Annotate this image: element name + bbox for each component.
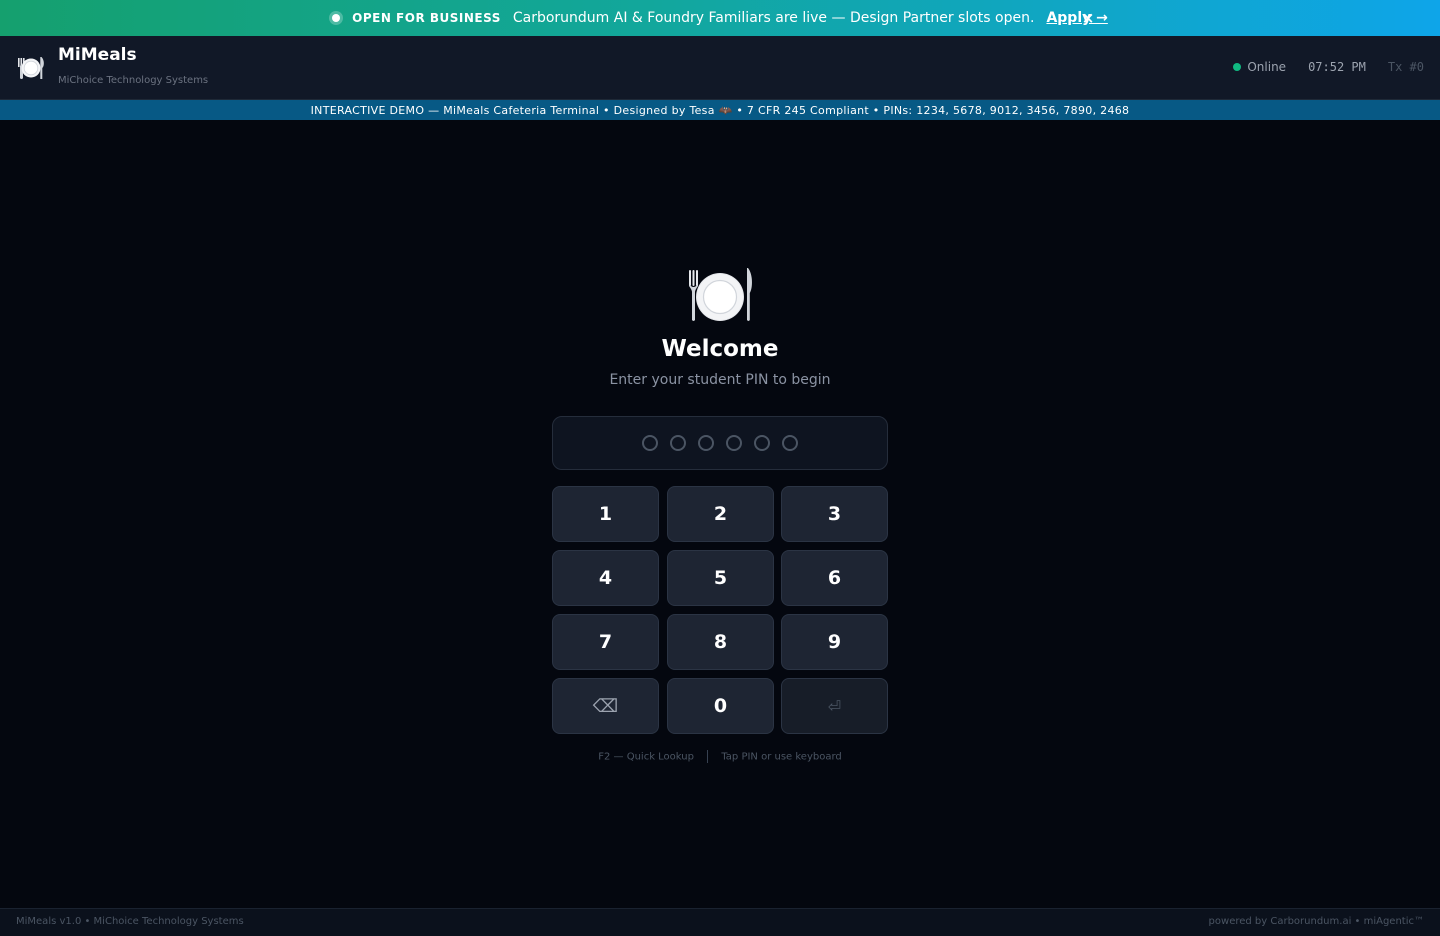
- app-name: MiMeals: [58, 45, 137, 65]
- promo-tag: OPEN FOR BUSINESS: [352, 11, 501, 25]
- pin-dot: [754, 435, 770, 451]
- plate-utensils-icon: [18, 57, 44, 79]
- welcome-title: Welcome: [661, 336, 779, 362]
- pin-dot: [642, 435, 658, 451]
- key-3[interactable]: 3: [781, 486, 888, 542]
- key-0[interactable]: 0: [667, 678, 774, 734]
- pin-dot: [698, 435, 714, 451]
- app-header: MiMeals MiChoice Technology Systems Onli…: [0, 36, 1440, 100]
- promo-content: OPEN FOR BUSINESS Carborundum AI & Found…: [332, 10, 1108, 26]
- pin-dot: [782, 435, 798, 451]
- promo-apply-link[interactable]: Apply →: [1046, 10, 1107, 26]
- transaction-counter: Tx #0: [1387, 60, 1424, 74]
- quick-lookup-hint: F2 — Quick Lookup: [598, 751, 694, 763]
- pin-keypad: 1 2 3 4 5 6 7 8 9 ⌫ 0 ⏎: [552, 486, 888, 734]
- promo-banner: OPEN FOR BUSINESS Carborundum AI & Found…: [0, 0, 1440, 36]
- pin-display: [552, 416, 888, 470]
- demo-banner: INTERACTIVE DEMO — MiMeals Cafeteria Ter…: [0, 100, 1440, 120]
- clock: 07:52 PM: [1308, 60, 1366, 74]
- pin-dot: [726, 435, 742, 451]
- promo-status-dot: [332, 14, 341, 22]
- promo-message: Carborundum AI & Foundry Familiars are l…: [512, 10, 1035, 26]
- main-content: Welcome Enter your student PIN to begin …: [0, 120, 1440, 908]
- status-area: Online 07:52 PM Tx #0: [1233, 60, 1424, 74]
- key-5[interactable]: 5: [667, 550, 774, 606]
- footer-version: MiMeals v1.0 • MiChoice Technology Syste…: [16, 916, 244, 927]
- backspace-icon: ⌫: [592, 695, 619, 717]
- keyboard-hint: Tap PIN or use keyboard: [721, 751, 842, 763]
- key-9[interactable]: 9: [781, 614, 888, 670]
- key-2[interactable]: 2: [667, 486, 774, 542]
- keypad-hints: F2 — Quick Lookup Tap PIN or use keyboar…: [0, 750, 1440, 763]
- plate-utensils-icon: [689, 268, 753, 321]
- close-icon[interactable]: ×: [1080, 9, 1096, 27]
- enter-icon: ⏎: [827, 696, 842, 716]
- welcome-subtitle: Enter your student PIN to begin: [609, 372, 831, 388]
- online-status-dot: [1233, 63, 1242, 71]
- pin-dot: [670, 435, 686, 451]
- app-subtitle: MiChoice Technology Systems: [58, 75, 209, 86]
- hint-divider: [707, 750, 709, 763]
- key-8[interactable]: 8: [667, 614, 774, 670]
- backspace-button[interactable]: ⌫: [552, 678, 659, 734]
- key-4[interactable]: 4: [552, 550, 659, 606]
- enter-button[interactable]: ⏎: [781, 678, 888, 734]
- key-6[interactable]: 6: [781, 550, 888, 606]
- key-1[interactable]: 1: [552, 486, 659, 542]
- online-status-text: Online: [1247, 60, 1287, 74]
- key-7[interactable]: 7: [552, 614, 659, 670]
- footer-powered-by: powered by Carborundum.ai • miAgentic™: [1208, 916, 1424, 927]
- app-footer: MiMeals v1.0 • MiChoice Technology Syste…: [0, 908, 1440, 936]
